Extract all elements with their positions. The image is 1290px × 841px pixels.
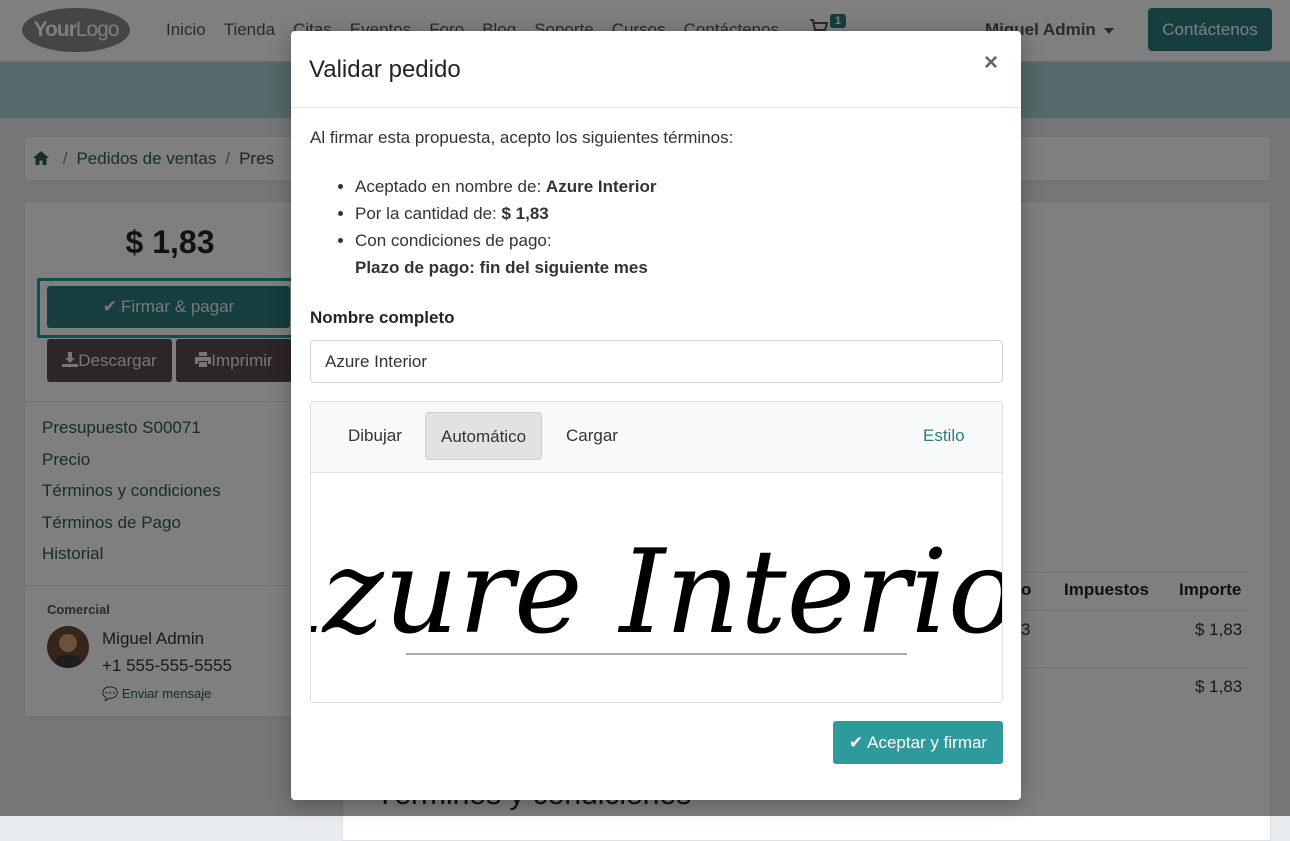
tab-draw[interactable]: Dibujar (333, 412, 417, 460)
term-amount: Por la cantidad de: $ 1,83 (355, 200, 656, 227)
modal-title: Validar pedido (309, 56, 461, 83)
check-icon: ✔ (848, 733, 864, 752)
full-name-label: Nombre completo (310, 308, 455, 327)
close-icon[interactable]: × (984, 49, 998, 77)
style-link[interactable]: Estilo (923, 426, 965, 446)
validate-order-modal: Validar pedido × Al firmar esta propuest… (291, 31, 1021, 800)
signature-mode-tabs: Dibujar Automático Cargar Estilo (311, 402, 1002, 473)
signature-pad: Dibujar Automático Cargar Estilo Azure I… (310, 401, 1003, 703)
terms-list: Aceptado en nombre de: Azure Interior Po… (337, 173, 656, 281)
tab-auto[interactable]: Automático (425, 412, 543, 460)
modal-header: Validar pedido × (291, 31, 1021, 108)
tab-upload[interactable]: Cargar (551, 412, 633, 460)
terms-intro: Al firmar esta propuesta, acepto los sig… (310, 128, 734, 147)
full-name-input[interactable] (310, 340, 1003, 383)
signature-canvas[interactable]: Azure Interior (311, 474, 1002, 702)
signature-text: Azure Interior (311, 525, 1002, 660)
term-payment-conditions: Con condiciones de pago:Plazo de pago: f… (355, 227, 656, 281)
accept-sign-button[interactable]: ✔ Aceptar y firmar (833, 721, 1003, 764)
term-accepted-on-behalf: Aceptado en nombre de: Azure Interior (355, 173, 656, 200)
